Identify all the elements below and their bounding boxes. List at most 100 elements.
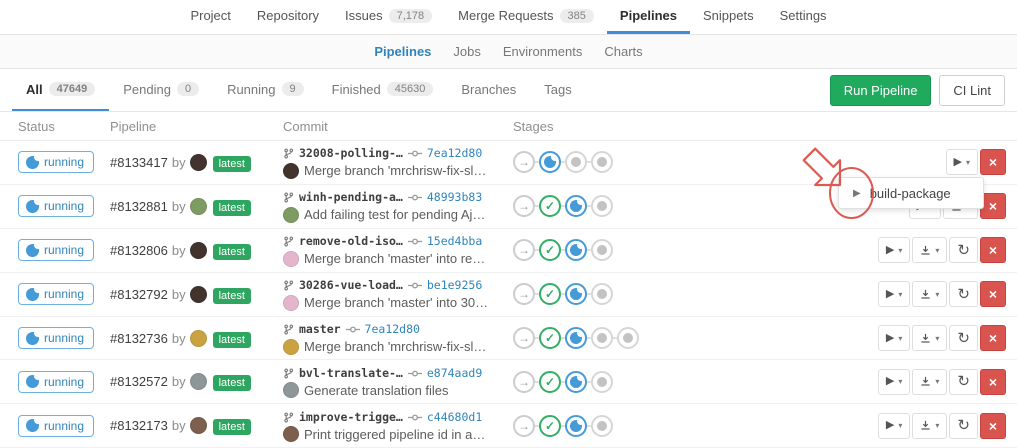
play-dropdown-button[interactable]: ▶▾ (878, 369, 910, 395)
commit-message-link[interactable]: Add failing test for pending Aj… (304, 206, 485, 223)
stage-created-icon[interactable] (591, 195, 613, 217)
cancel-pipeline-button[interactable]: × (980, 325, 1006, 351)
play-dropdown-button[interactable]: ▶▾ (878, 281, 910, 307)
commit-message-link[interactable]: Print triggered pipeline id in a… (304, 426, 485, 443)
stage-running-icon[interactable] (565, 371, 587, 393)
stage-created-icon[interactable] (591, 415, 613, 437)
stage-running-icon[interactable] (539, 151, 561, 173)
pipeline-id-link[interactable]: #8132881 (110, 199, 168, 214)
pipeline-id-link[interactable]: #8132173 (110, 418, 168, 433)
stage-running-icon[interactable] (565, 283, 587, 305)
stage-success-icon[interactable]: ✓ (539, 327, 561, 349)
commit-sha-link[interactable]: c44680d1 (427, 409, 482, 426)
commit-message-link[interactable]: Merge branch 'mrchrisw-fix-sl… (304, 162, 486, 179)
nav-item-pipelines[interactable]: Pipelines (607, 0, 690, 34)
play-dropdown-button[interactable]: ▶▾ (946, 149, 978, 175)
commit-message-link[interactable]: Merge branch 'master' into re… (304, 250, 485, 267)
pipeline-id-link[interactable]: #8132792 (110, 287, 168, 302)
pipeline-id-link[interactable]: #8132736 (110, 331, 168, 346)
stage-skipped-icon[interactable]: → (513, 239, 535, 261)
commit-sha-link[interactable]: 15ed4bba (427, 233, 482, 250)
play-dropdown-button[interactable]: ▶▾ (878, 413, 910, 439)
download-artifacts-dropdown-button[interactable]: ▾ (912, 237, 947, 263)
nav-item-merge-requests[interactable]: Merge Requests385 (445, 0, 607, 34)
dropdown-item-build-package[interactable]: ▶ build-package (839, 178, 983, 208)
nav-item-repository[interactable]: Repository (244, 0, 332, 34)
stage-success-icon[interactable]: ✓ (539, 283, 561, 305)
tab-tags[interactable]: Tags (530, 69, 585, 111)
cancel-pipeline-button[interactable]: × (980, 413, 1006, 439)
cancel-pipeline-button[interactable]: × (980, 237, 1006, 263)
download-artifacts-dropdown-button[interactable]: ▾ (912, 325, 947, 351)
download-artifacts-dropdown-button[interactable]: ▾ (912, 281, 947, 307)
subnav-item-environments[interactable]: Environments (492, 44, 593, 59)
play-dropdown-button[interactable]: ▶▾ (878, 325, 910, 351)
stage-skipped-icon[interactable]: → (513, 415, 535, 437)
branch-link[interactable]: 30286-vue-load… (299, 277, 403, 294)
retry-pipeline-button[interactable]: ↻ (949, 369, 978, 395)
download-artifacts-dropdown-button[interactable]: ▾ (912, 369, 947, 395)
commit-sha-link[interactable]: e874aad9 (427, 365, 482, 382)
nav-item-issues[interactable]: Issues7,178 (332, 0, 445, 34)
status-badge[interactable]: running (18, 415, 94, 437)
stage-running-icon[interactable] (565, 239, 587, 261)
stage-created-icon[interactable] (617, 327, 639, 349)
pipeline-id-link[interactable]: #8132806 (110, 243, 168, 258)
stage-created-icon[interactable] (591, 371, 613, 393)
status-badge[interactable]: running (18, 371, 94, 393)
stage-skipped-icon[interactable]: → (513, 283, 535, 305)
subnav-item-jobs[interactable]: Jobs (442, 44, 491, 59)
nav-item-project[interactable]: Project (177, 0, 243, 34)
retry-pipeline-button[interactable]: ↻ (949, 325, 978, 351)
commit-message-link[interactable]: Generate translation files (304, 382, 449, 399)
status-badge[interactable]: running (18, 151, 94, 173)
branch-link[interactable]: bvl-translate-… (299, 365, 403, 382)
tab-pending[interactable]: Pending0 (109, 69, 213, 111)
cancel-pipeline-button[interactable]: × (980, 149, 1006, 175)
nav-item-snippets[interactable]: Snippets (690, 0, 767, 34)
stage-success-icon[interactable]: ✓ (539, 371, 561, 393)
stage-running-icon[interactable] (565, 415, 587, 437)
tab-all[interactable]: All47649 (12, 69, 109, 111)
ci-lint-button[interactable]: CI Lint (939, 75, 1005, 106)
cancel-pipeline-button[interactable]: × (980, 281, 1006, 307)
tab-branches[interactable]: Branches (447, 69, 530, 111)
stage-created-icon[interactable] (591, 239, 613, 261)
tab-finished[interactable]: Finished45630 (318, 69, 448, 111)
subnav-item-pipelines[interactable]: Pipelines (363, 44, 442, 59)
commit-message-link[interactable]: Merge branch 'master' into 30… (304, 294, 488, 311)
download-artifacts-dropdown-button[interactable]: ▾ (912, 413, 947, 439)
run-pipeline-button[interactable]: Run Pipeline (830, 75, 932, 106)
retry-pipeline-button[interactable]: ↻ (949, 413, 978, 439)
branch-link[interactable]: remove-old-iso… (299, 233, 403, 250)
pipeline-id-link[interactable]: #8132572 (110, 374, 168, 389)
commit-sha-link[interactable]: be1e9256 (427, 277, 482, 294)
cancel-pipeline-button[interactable]: × (980, 369, 1006, 395)
play-dropdown-button[interactable]: ▶▾ (878, 237, 910, 263)
branch-link[interactable]: master (299, 321, 341, 338)
branch-link[interactable]: winh-pending-a… (299, 189, 403, 206)
stage-success-icon[interactable]: ✓ (539, 239, 561, 261)
stage-created-icon[interactable] (565, 151, 587, 173)
stage-success-icon[interactable]: ✓ (539, 195, 561, 217)
status-badge[interactable]: running (18, 283, 94, 305)
stage-skipped-icon[interactable]: → (513, 151, 535, 173)
stage-running-icon[interactable] (565, 327, 587, 349)
stage-skipped-icon[interactable]: → (513, 327, 535, 349)
commit-sha-link[interactable]: 48993b83 (427, 189, 482, 206)
commit-message-link[interactable]: Merge branch 'mrchrisw-fix-sl… (304, 338, 486, 355)
subnav-item-charts[interactable]: Charts (593, 44, 653, 59)
stage-created-icon[interactable] (591, 151, 613, 173)
stage-skipped-icon[interactable]: → (513, 371, 535, 393)
branch-link[interactable]: improve-trigge… (299, 409, 403, 426)
retry-pipeline-button[interactable]: ↻ (949, 281, 978, 307)
stage-skipped-icon[interactable]: → (513, 195, 535, 217)
commit-sha-link[interactable]: 7ea12d80 (427, 145, 482, 162)
pipeline-id-link[interactable]: #8133417 (110, 155, 168, 170)
retry-pipeline-button[interactable]: ↻ (949, 237, 978, 263)
status-badge[interactable]: running (18, 195, 94, 217)
tab-running[interactable]: Running9 (213, 69, 318, 111)
stage-created-icon[interactable] (591, 283, 613, 305)
status-badge[interactable]: running (18, 239, 94, 261)
nav-item-settings[interactable]: Settings (767, 0, 840, 34)
